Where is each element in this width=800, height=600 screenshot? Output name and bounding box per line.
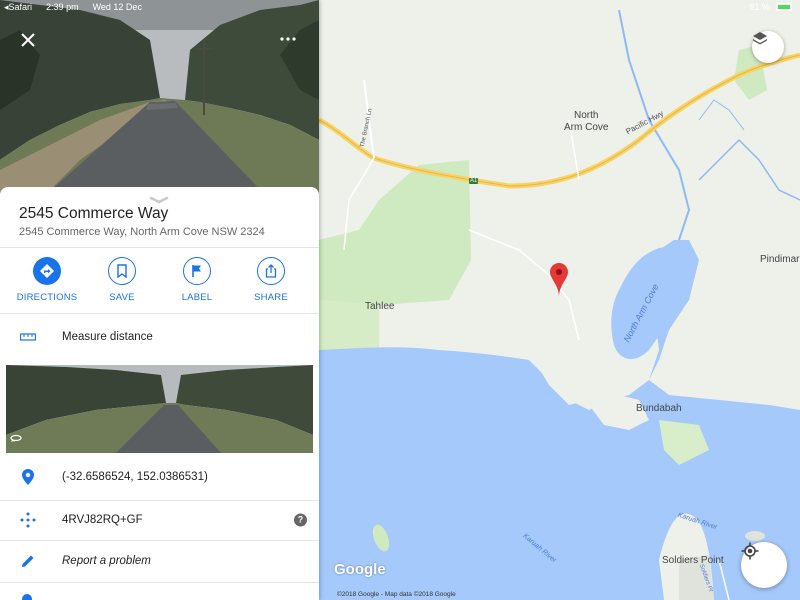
crosshair-icon xyxy=(741,542,759,560)
measure-distance-row[interactable]: Measure distance xyxy=(0,318,319,356)
place-panel: ◂Safari 2:39 pm Wed 12 Dec 2545 Commerce… xyxy=(0,0,319,600)
my-location-button[interactable] xyxy=(741,542,787,588)
screen: North Arm Cove Pindimar Tahlee Bundabah … xyxy=(0,0,800,600)
save-button[interactable]: SAVE xyxy=(84,257,160,303)
plus-code-row[interactable]: 4RVJ82RQ+GF ? xyxy=(0,501,319,539)
divider xyxy=(0,247,319,248)
more-options-button[interactable] xyxy=(280,33,302,47)
next-row-pin-icon xyxy=(22,594,32,600)
flag-icon xyxy=(183,257,211,285)
status-bar: ◂Safari 2:39 pm Wed 12 Dec xyxy=(0,0,319,14)
ruler-icon xyxy=(18,327,38,347)
bookmark-icon xyxy=(108,257,136,285)
share-icon xyxy=(257,257,285,285)
report-problem-label: Report a problem xyxy=(62,555,151,567)
close-icon xyxy=(21,33,35,47)
street-view-360-icon xyxy=(10,429,22,447)
place-address: 2545 Commerce Way, North Arm Cove NSW 23… xyxy=(19,226,265,238)
plus-code-icon xyxy=(18,510,38,530)
place-sheet: 2545 Commerce Way 2545 Commerce Way, Nor… xyxy=(0,187,319,600)
divider xyxy=(0,582,319,583)
pin-icon xyxy=(18,467,38,487)
divider xyxy=(0,540,319,541)
divider xyxy=(0,313,319,314)
coordinates-value: (-32.6586524, 152.0386531) xyxy=(62,471,208,483)
map-copyright: ©2018 Google - Map data ©2018 Google xyxy=(337,591,456,598)
status-time: 2:39 pm xyxy=(46,2,79,12)
google-logo: Google xyxy=(334,561,386,578)
label-button[interactable]: LABEL xyxy=(159,257,235,303)
layers-icon xyxy=(753,32,767,45)
directions-button[interactable]: DIRECTIONS xyxy=(9,257,85,303)
directions-label: DIRECTIONS xyxy=(16,292,78,303)
share-label: SHARE xyxy=(254,292,288,303)
place-label-bundabah: Bundabah xyxy=(636,403,682,414)
status-bar-right: 81 % xyxy=(749,2,792,12)
place-label-north-arm-cove: North Arm Cove xyxy=(564,110,609,133)
status-back-app[interactable]: ◂Safari xyxy=(4,2,32,13)
status-battery-percent: 81 % xyxy=(749,2,770,12)
street-view-hero[interactable] xyxy=(0,0,319,200)
save-label: SAVE xyxy=(109,292,135,303)
help-icon[interactable]: ? xyxy=(294,513,307,527)
sheet-handle-icon[interactable] xyxy=(149,191,169,204)
place-label-soldiers-point: Soldiers Point xyxy=(662,555,724,566)
more-horizontal-icon xyxy=(280,37,296,41)
highway-shield-a1: A1 xyxy=(469,178,479,184)
close-button[interactable] xyxy=(17,29,39,51)
place-label-pindimar: Pindimar xyxy=(760,254,800,265)
directions-icon xyxy=(33,257,61,285)
plus-code-value: 4RVJ82RQ+GF xyxy=(62,514,143,526)
measure-distance-label: Measure distance xyxy=(62,331,153,343)
status-date: Wed 12 Dec xyxy=(92,2,142,12)
place-label-tahlee: Tahlee xyxy=(365,301,395,312)
report-problem-row[interactable]: Report a problem xyxy=(0,542,319,580)
map-canvas[interactable] xyxy=(319,0,800,600)
map-view[interactable]: North Arm Cove Pindimar Tahlee Bundabah … xyxy=(319,0,800,600)
share-button[interactable]: SHARE xyxy=(233,257,309,303)
pencil-icon xyxy=(18,551,38,571)
street-view-thumbnail[interactable] xyxy=(6,365,313,453)
battery-icon xyxy=(776,3,792,11)
action-bar: DIRECTIONS SAVE LABEL SHARE xyxy=(0,257,319,313)
coordinates-row[interactable]: (-32.6586524, 152.0386531) xyxy=(0,458,319,496)
label-label: LABEL xyxy=(181,292,213,303)
layers-button[interactable] xyxy=(752,31,784,63)
place-title: 2545 Commerce Way xyxy=(19,205,169,222)
